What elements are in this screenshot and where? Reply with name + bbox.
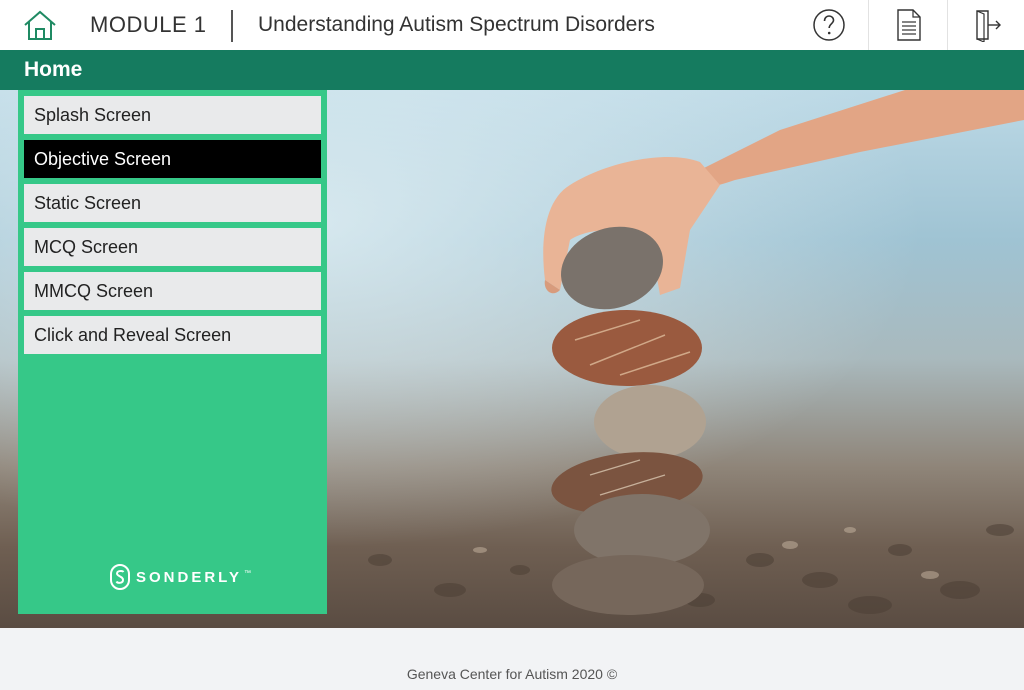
module-title: Understanding Autism Spectrum Disorders [258,13,655,36]
help-icon [813,9,845,41]
footer: Geneva Center for Autism 2020 © [0,628,1024,690]
sonderly-logo-icon [110,564,130,590]
menu-item-objective-screen[interactable]: Objective Screen [24,140,321,178]
navigation-menu: Splash Screen Objective Screen Static Sc… [18,90,327,614]
top-bar: MODULE 1 Understanding Autism Spectrum D… [0,0,1024,50]
sonderly-logo: SONDERLY ™ [110,564,251,590]
section-header: Home [0,50,1024,90]
document-icon [897,9,921,41]
document-button[interactable] [870,0,948,50]
exit-icon [976,10,1001,42]
help-button[interactable] [790,0,868,50]
trademark-symbol: ™ [243,569,251,577]
menu-item-static-screen[interactable]: Static Screen [24,184,321,222]
menu-item-mcq-screen[interactable]: MCQ Screen [24,228,321,266]
exit-button[interactable] [949,0,1024,50]
brand-name: SONDERLY [136,568,242,586]
toolbar-divider [947,0,948,50]
module-label: MODULE 1 [90,12,207,37]
title-divider [231,10,233,42]
home-icon [24,10,56,40]
home-button[interactable] [20,8,60,42]
menu-item-splash-screen[interactable]: Splash Screen [24,96,321,134]
section-title: Home [24,58,83,81]
footer-copyright: Geneva Center for Autism 2020 © [406,666,618,682]
menu-item-click-and-reveal-screen[interactable]: Click and Reveal Screen [24,316,321,354]
toolbar-divider [868,0,869,50]
menu-item-mmcq-screen[interactable]: MMCQ Screen [24,272,321,310]
